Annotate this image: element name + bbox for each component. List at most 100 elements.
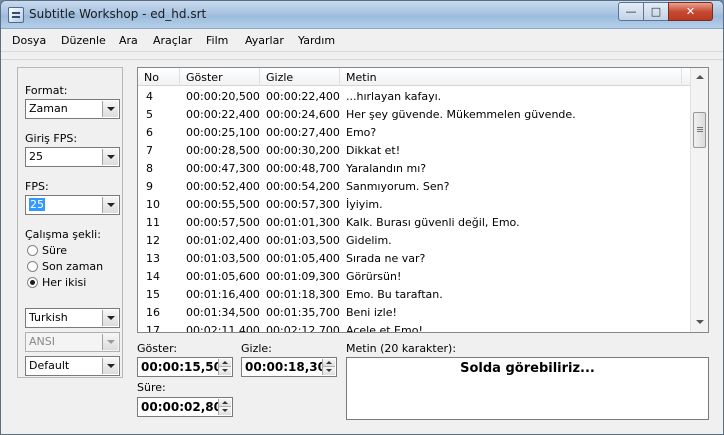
table-row[interactable]: 12 00:01:02,400 00:01:03,500 Gidelim.	[138, 231, 690, 249]
spin-up-icon[interactable]	[219, 359, 231, 367]
row-show-time: 00:00:25,100	[186, 126, 260, 139]
radio-button[interactable]	[27, 245, 38, 256]
hide-time-spinner[interactable]	[322, 359, 335, 375]
spin-up-icon[interactable]	[219, 399, 231, 407]
row-show-time: 00:01:02,400	[186, 234, 260, 247]
chevron-down-icon[interactable]	[102, 310, 118, 326]
row-show-time: 00:00:22,400	[186, 108, 260, 121]
minimize-button[interactable]: —	[618, 2, 644, 21]
radio-sure[interactable]: Süre	[27, 244, 117, 258]
subtitle-text-editor[interactable]: Solda görebiliriz...	[346, 357, 709, 420]
table-row[interactable]: 17 00:02:11,400 00:02:12,700 Acele et Emo!	[138, 321, 690, 333]
column-header-show[interactable]: Göster	[180, 68, 260, 86]
menu-film[interactable]: Film	[206, 34, 228, 47]
show-time-label: Göster:	[137, 342, 178, 355]
row-number: 12	[146, 234, 160, 247]
table-row[interactable]: 5 00:00:22,400 00:00:24,600 Her şey güvende…	[138, 105, 690, 123]
spin-down-icon[interactable]	[219, 407, 231, 415]
duration-value: 00:00:02,800	[141, 400, 231, 414]
table-row[interactable]: 14 00:01:05,600 00:01:09,300 Görürsün!	[138, 267, 690, 285]
scroll-up-icon[interactable]	[692, 69, 708, 86]
show-time-input[interactable]: 00:00:15,500	[137, 357, 233, 377]
row-show-time: 00:00:47,300	[186, 162, 260, 175]
row-text: ...hırlayan kafayı.	[346, 90, 442, 103]
row-show-time: 00:00:28,500	[186, 144, 260, 157]
row-hide-time: 00:00:27,400	[266, 126, 340, 139]
row-text: Sanmıyorum. Sen?	[346, 180, 450, 193]
row-text: Her şey güvende. Mükemmelen güvende.	[346, 108, 576, 121]
table-row[interactable]: 11 00:00:57,500 00:01:01,300 Kalk. Burası g…	[138, 213, 690, 231]
table-row[interactable]: 9 00:00:52,400 00:00:54,200 Sanmıyorum. Sen…	[138, 177, 690, 195]
row-hide-time: 00:01:18,300	[266, 288, 340, 301]
menu-dosya[interactable]: Dosya	[12, 34, 46, 47]
chevron-down-icon[interactable]	[102, 149, 118, 165]
style-select[interactable]: Default	[25, 356, 120, 376]
radio-her-ikisi-label: Her ikisi	[42, 276, 87, 289]
table-row[interactable]: 16 00:01:34,500 00:01:35,700 Beni izle!	[138, 303, 690, 321]
row-number: 5	[146, 108, 153, 121]
menu-araclar[interactable]: Araçlar	[153, 34, 192, 47]
radio-son-zaman[interactable]: Son zaman	[27, 260, 117, 274]
input-fps-value: 25	[29, 150, 43, 163]
text-label: Metin (20 karakter):	[346, 342, 457, 355]
fps-select[interactable]: 25	[25, 195, 120, 215]
app-icon[interactable]	[8, 7, 24, 23]
duration-input[interactable]: 00:00:02,800	[137, 397, 233, 417]
table-row[interactable]: 15 00:01:16,400 00:01:18,300 Emo. Bu taraft…	[138, 285, 690, 303]
table-row[interactable]: 13 00:01:03,500 00:01:05,400 Sırada ne var?	[138, 249, 690, 267]
spin-up-icon[interactable]	[323, 359, 335, 367]
radio-her-ikisi[interactable]: Her ikisi	[27, 276, 117, 290]
row-number: 14	[146, 270, 160, 283]
hide-time-input[interactable]: 00:00:18,300	[241, 357, 337, 377]
row-number: 9	[146, 180, 153, 193]
chevron-down-icon[interactable]	[102, 197, 118, 213]
table-row[interactable]: 6 00:00:25,100 00:00:27,400 Emo?	[138, 123, 690, 141]
hide-time-value: 00:00:18,300	[245, 360, 335, 374]
title-bar[interactable]: Subtitle Workshop - ed_hd.srt — □ ✕	[1, 1, 723, 29]
table-row[interactable]: 4 00:00:20,500 00:00:22,400 ...hırlayan kaf…	[138, 87, 690, 105]
table-row[interactable]: 7 00:00:28,500 00:00:30,200 Dikkat et!	[138, 141, 690, 159]
row-show-time: 00:01:16,400	[186, 288, 260, 301]
menu-duzenle[interactable]: Düzenle	[61, 34, 106, 47]
show-time-spinner[interactable]	[218, 359, 231, 375]
row-text: Görürsün!	[346, 270, 402, 283]
encoding-value: ANSI	[29, 335, 55, 348]
row-hide-time: 00:00:48,700	[266, 162, 340, 175]
language-select[interactable]: Turkish	[25, 308, 120, 328]
menu-ayarlar[interactable]: Ayarlar	[245, 34, 284, 47]
row-hide-time: 00:01:09,300	[266, 270, 340, 283]
grid-rows: 4 00:00:20,500 00:00:22,400 ...hırlayan kaf…	[138, 87, 690, 333]
subtitle-grid[interactable]: No Göster Gizle Metin 4 00:00:20,500 00:00…	[137, 67, 709, 333]
row-text: Acele et Emo!	[346, 324, 423, 333]
row-number: 7	[146, 144, 153, 157]
chevron-down-icon[interactable]	[102, 358, 118, 374]
row-hide-time: 00:00:57,300	[266, 198, 340, 211]
input-fps-select[interactable]: 25	[25, 147, 120, 167]
row-text: Yaralandın mı?	[346, 162, 427, 175]
table-row[interactable]: 8 00:00:47,300 00:00:48,700 Yaralandın mı?	[138, 159, 690, 177]
row-text: Emo?	[346, 126, 377, 139]
column-header-hide[interactable]: Gizle	[260, 68, 340, 86]
scrollbar-thumb[interactable]	[693, 112, 706, 148]
format-select[interactable]: Zaman	[25, 99, 120, 119]
maximize-button[interactable]: □	[643, 2, 669, 21]
format-label: Format:	[25, 84, 68, 97]
radio-button-selected[interactable]	[27, 277, 38, 288]
table-row[interactable]: 10 00:00:55,500 00:00:57,300 İyiyim.	[138, 195, 690, 213]
menu-bar: Dosya Düzenle Ara Araçlar Film Ayarlar Y…	[1, 30, 723, 52]
close-button[interactable]: ✕	[668, 2, 713, 21]
chevron-down-icon[interactable]	[102, 101, 118, 117]
scroll-down-icon[interactable]	[692, 314, 708, 331]
column-header-no[interactable]: No	[138, 68, 180, 86]
spin-down-icon[interactable]	[219, 367, 231, 375]
column-header-text[interactable]: Metin	[340, 68, 682, 86]
menu-yardim[interactable]: Yardım	[298, 34, 335, 47]
encoding-select: ANSI	[25, 332, 120, 352]
style-value: Default	[29, 359, 70, 372]
menu-ara[interactable]: Ara	[119, 34, 138, 47]
row-number: 16	[146, 306, 160, 319]
radio-button[interactable]	[27, 261, 38, 272]
duration-spinner[interactable]	[218, 399, 231, 415]
spin-down-icon[interactable]	[323, 367, 335, 375]
vertical-scrollbar[interactable]	[690, 68, 708, 332]
